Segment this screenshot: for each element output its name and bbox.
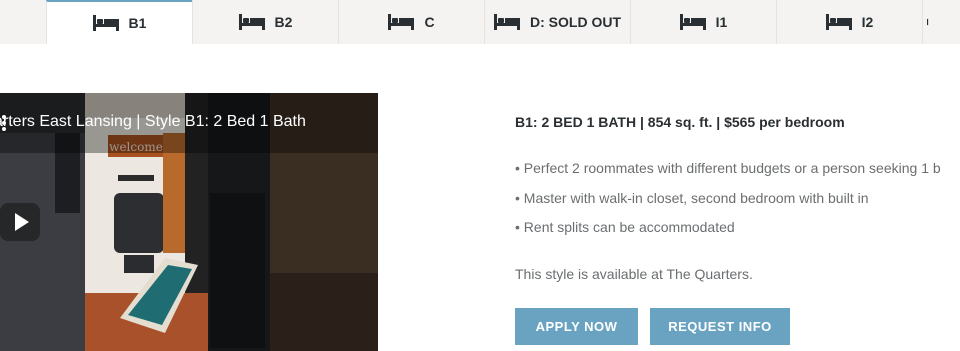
availability-text: This style is available at The Quarters. — [515, 266, 753, 282]
tab-label: B2 — [274, 14, 293, 30]
tab-label: C — [424, 14, 435, 30]
tab-spacer — [0, 0, 46, 44]
play-icon[interactable] — [0, 203, 40, 241]
tab-c[interactable]: C — [338, 0, 484, 44]
video-player[interactable]: welcome arters East Lansing | Style B1: … — [0, 93, 378, 351]
bed-icon — [388, 14, 415, 30]
video-thumbnail: welcome — [0, 93, 378, 351]
more-options-icon[interactable] — [0, 114, 8, 132]
tab-b1[interactable]: B1 — [46, 0, 192, 44]
apply-now-button[interactable]: APPLY NOW — [515, 308, 638, 345]
tab-b2[interactable]: B2 — [192, 0, 338, 44]
bed-icon — [92, 15, 119, 31]
style-headline: B1: 2 BED 1 BATH | 854 sq. ft. | $565 pe… — [515, 114, 845, 130]
request-info-button[interactable]: REQUEST INFO — [650, 308, 790, 345]
feature-item: • Rent splits can be accommodated — [515, 219, 735, 235]
video-title: arters East Lansing | Style B1: 2 Bed 1 … — [0, 113, 306, 130]
tab-label: B1 — [128, 15, 147, 31]
feature-item: • Perfect 2 roommates with different bud… — [515, 160, 941, 176]
feature-item: • Master with walk-in closet, second bed… — [515, 190, 869, 206]
style-details: B1: 2 BED 1 BATH | 854 sq. ft. | $565 pe… — [515, 0, 960, 351]
bed-icon — [238, 14, 265, 30]
